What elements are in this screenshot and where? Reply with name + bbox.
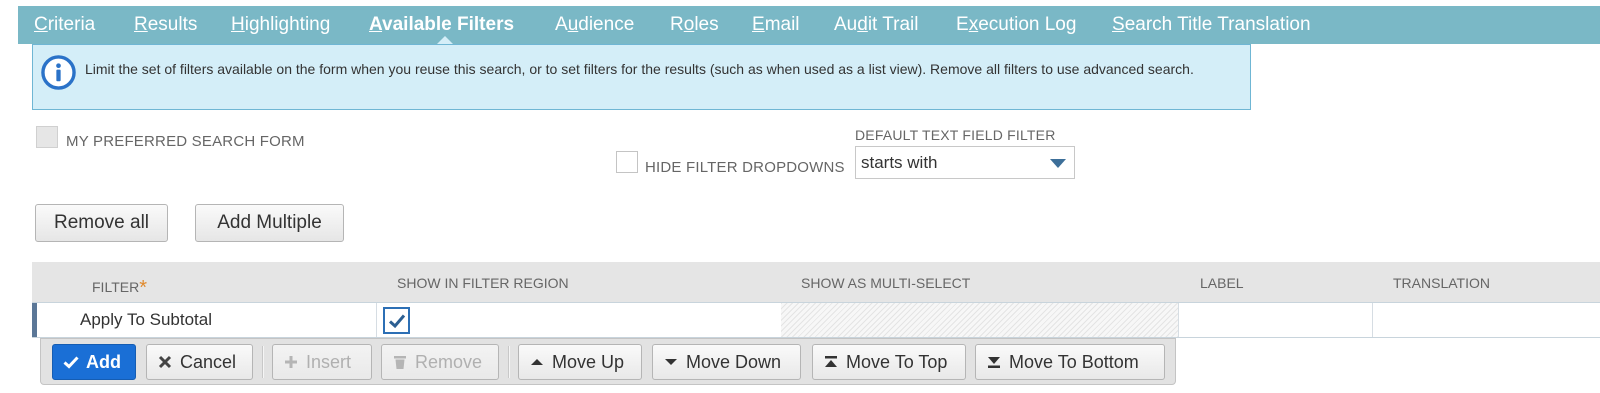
filter-cell[interactable]: Apply To Subtotal (80, 310, 212, 330)
toolbar-divider (508, 346, 510, 378)
row-edit-toolbar: Add Cancel Insert Remove Move Up Move Do… (40, 338, 1176, 385)
table-row[interactable]: Apply To Subtotal (32, 302, 1600, 338)
cancel-button-label: Cancel (180, 351, 237, 372)
tab-text: A (555, 14, 568, 35)
required-marker: * (139, 277, 147, 299)
tab-search-title-translation[interactable]: Search Title Translation (1112, 14, 1311, 36)
tab-accesskey: H (231, 14, 245, 35)
tab-text: vailable Filters (382, 14, 515, 35)
hide-filter-dropdowns-label: HIDE FILTER DROPDOWNS (645, 159, 845, 176)
tab-text: riteria (47, 14, 96, 35)
tab-text: Au (834, 14, 858, 35)
column-header-text: FILTER (92, 279, 140, 295)
info-message-box: Limit the set of filters available on th… (32, 44, 1251, 110)
insert-button[interactable]: Insert (272, 344, 372, 380)
tab-text: dience (578, 14, 635, 35)
move-to-bottom-icon (988, 357, 1000, 368)
tab-text: mail (764, 14, 800, 35)
tab-accesskey: x (968, 14, 979, 35)
show-as-multi-select-cell-disabled (781, 303, 1178, 337)
tab-accesskey: A (369, 14, 383, 35)
preferred-search-form-label: MY PREFERRED SEARCH FORM (66, 133, 305, 150)
row-selected-marker (32, 303, 37, 337)
tab-text: esults (147, 14, 198, 35)
close-icon (158, 355, 172, 369)
filters-table-header: FILTER* SHOW IN FILTER REGION SHOW AS MU… (32, 262, 1600, 302)
checkmark-icon (388, 314, 405, 328)
add-button-label: Add (86, 351, 121, 372)
tab-text: R (670, 14, 684, 35)
tab-accesskey: o (683, 14, 695, 35)
info-message-text: Limit the set of filters available on th… (85, 61, 1194, 77)
toolbar-divider (262, 346, 264, 378)
cell-divider (1178, 303, 1179, 337)
cancel-button[interactable]: Cancel (146, 344, 253, 380)
move-to-top-icon (825, 356, 837, 367)
column-header-label: LABEL (1200, 275, 1244, 291)
move-to-bottom-button[interactable]: Move To Bottom (975, 344, 1165, 380)
tab-accesskey: R (134, 14, 148, 35)
tab-text: les (694, 14, 719, 35)
tab-audit-trail[interactable]: Audit Trail (834, 14, 919, 36)
tab-available-filters[interactable]: Available Filters (369, 14, 514, 36)
column-header-translation: TRANSLATION (1393, 275, 1490, 291)
tab-text: E (956, 14, 969, 35)
default-text-filter-label: DEFAULT TEXT FIELD FILTER (855, 127, 1056, 143)
preferred-search-form-checkbox[interactable] (36, 126, 58, 148)
tab-execution-log[interactable]: Execution Log (956, 14, 1076, 36)
column-header-filter: FILTER* (92, 275, 147, 299)
trash-icon (394, 356, 406, 369)
tab-text: ighlighting (244, 14, 331, 35)
remove-button[interactable]: Remove (381, 344, 499, 380)
insert-button-label: Insert (306, 351, 352, 372)
column-header-show-in-filter-region: SHOW IN FILTER REGION (397, 275, 569, 291)
tab-accesskey: C (34, 14, 48, 35)
move-to-bottom-button-label: Move To Bottom (1009, 351, 1139, 372)
column-header-show-as-multi-select: SHOW AS MULTI-SELECT (801, 275, 971, 291)
tab-text: it Trail (867, 14, 919, 35)
subtab-bar: Criteria Results Highlighting Available … (18, 6, 1600, 45)
tab-text: earch Title Translation (1124, 14, 1311, 35)
tab-accesskey: E (752, 14, 765, 35)
move-up-button-label: Move Up (552, 351, 625, 372)
tab-accesskey: S (1112, 14, 1125, 35)
remove-all-button[interactable]: Remove all (35, 204, 168, 242)
remove-button-label: Remove (415, 351, 483, 372)
move-down-button[interactable]: Move Down (652, 344, 801, 380)
move-to-top-button-label: Move To Top (846, 351, 948, 372)
hide-filter-dropdowns-checkbox[interactable] (616, 151, 638, 173)
arrow-down-icon (665, 359, 677, 365)
default-text-filter-value: starts with (861, 153, 938, 172)
show-in-filter-region-checkbox[interactable] (383, 307, 410, 334)
tab-accesskey: d (857, 14, 868, 35)
cell-divider (1372, 303, 1373, 337)
chevron-down-icon (1050, 159, 1066, 168)
tab-text: ecution Log (978, 14, 1077, 35)
tab-email[interactable]: Email (752, 14, 800, 36)
move-to-top-button[interactable]: Move To Top (812, 344, 966, 380)
cell-divider (376, 303, 377, 337)
move-down-button-label: Move Down (686, 351, 782, 372)
tab-accesskey: u (567, 14, 579, 35)
tab-audience[interactable]: Audience (555, 14, 634, 36)
arrow-up-icon (531, 359, 543, 365)
default-text-filter-select[interactable]: starts with (855, 146, 1075, 179)
tab-results[interactable]: Results (134, 14, 197, 36)
tab-criteria[interactable]: Criteria (34, 14, 95, 36)
tab-highlighting[interactable]: Highlighting (231, 14, 330, 36)
plus-icon (285, 356, 297, 368)
tab-roles[interactable]: Roles (670, 14, 719, 36)
add-multiple-button[interactable]: Add Multiple (195, 204, 344, 242)
move-up-button[interactable]: Move Up (518, 344, 642, 380)
add-button[interactable]: Add (52, 344, 136, 380)
checkmark-icon (63, 356, 79, 369)
info-icon (41, 55, 76, 90)
